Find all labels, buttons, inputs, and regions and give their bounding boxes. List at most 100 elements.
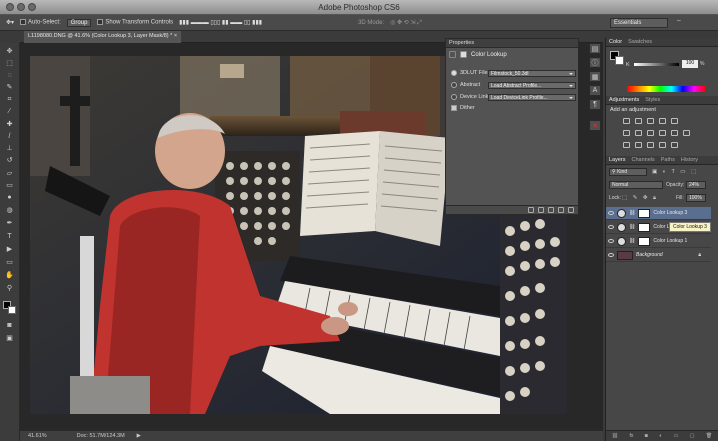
lasso-tool[interactable]: ◌ xyxy=(4,71,15,80)
color-background-swatch[interactable] xyxy=(615,56,624,65)
3dlut-file-option[interactable]: 3DLUT File xyxy=(451,70,488,76)
trash-icon[interactable]: 🗑︎ xyxy=(706,433,712,439)
group-select[interactable]: Group xyxy=(66,18,92,27)
hand-tool[interactable]: ✋ xyxy=(4,271,15,280)
blur-tool[interactable]: ● xyxy=(4,193,15,202)
align-buttons[interactable]: ▮▮▮ ▬▬▬ ▯▯▯ ▮▮ ▬▬ ▯▯ ▮▮▮ xyxy=(179,19,262,26)
character-panel-icon[interactable]: A xyxy=(589,85,601,96)
threshold-icon[interactable] xyxy=(647,142,654,148)
abstract-radio[interactable] xyxy=(451,82,457,88)
color-spectrum-bar[interactable] xyxy=(627,86,705,92)
visibility-eye-icon[interactable] xyxy=(608,225,614,229)
layer-thumbnail[interactable] xyxy=(617,250,633,260)
3d-mode-icons[interactable]: ◎ ✥ ⟲ ⇲ ⤢ xyxy=(390,19,422,27)
visibility-eye-icon[interactable] xyxy=(608,211,614,215)
color-balance-icon[interactable] xyxy=(635,130,642,136)
visibility-eye-icon[interactable] xyxy=(608,239,614,243)
brightness-contrast-icon[interactable] xyxy=(623,118,630,124)
tab-color[interactable]: Color xyxy=(609,39,622,45)
brush-tool[interactable]: / xyxy=(4,132,15,141)
tab-layers[interactable]: Layers xyxy=(609,157,626,163)
layer-mask-thumbnail[interactable] xyxy=(638,222,651,232)
status-menu-arrow-icon[interactable]: ▶ xyxy=(137,433,141,439)
device-link-radio[interactable] xyxy=(451,94,457,100)
view-previous-icon[interactable] xyxy=(538,207,544,213)
fx-icon[interactable]: fx xyxy=(629,433,633,439)
properties-panel-tab[interactable]: Properties xyxy=(446,39,578,48)
crop-tool[interactable]: ⌗ xyxy=(4,95,15,104)
paragraph-panel-icon[interactable]: ¶ xyxy=(589,99,601,110)
move-tool[interactable]: ✥ xyxy=(4,47,15,56)
properties-panel-icon[interactable]: ▦ xyxy=(589,71,601,82)
auto-select-checkbox[interactable]: Auto-Select: xyxy=(20,19,61,26)
abstract-option[interactable]: Abstract xyxy=(451,82,480,88)
layer-filter-icons[interactable]: ▣ ◐ T ▭ ⬚ xyxy=(652,169,698,175)
document-tab[interactable]: L1198080.DNG @ 41.6% (Color Lookup 3, La… xyxy=(24,31,182,43)
rectangle-tool[interactable]: ▭ xyxy=(4,258,15,267)
move-tool-preset-icon[interactable]: ✥▾ xyxy=(6,19,14,26)
tab-channels[interactable]: Channels xyxy=(632,157,655,163)
gradient-tool[interactable]: ▭ xyxy=(4,181,15,190)
3dlut-file-select[interactable]: Filmstock_50.3dl xyxy=(488,70,576,77)
type-tool[interactable]: T xyxy=(4,232,15,241)
dither-option[interactable]: Dither xyxy=(451,105,475,111)
tab-paths[interactable]: Paths xyxy=(661,157,675,163)
pen-tool[interactable]: ✒ xyxy=(4,219,15,228)
close-tab-icon[interactable]: × xyxy=(174,33,177,39)
device-link-select[interactable]: Load DeviceLink Profile... xyxy=(488,94,576,101)
path-select-tool[interactable]: ▶ xyxy=(4,245,15,254)
layer-mask-icon[interactable] xyxy=(460,51,467,58)
tab-history[interactable]: History xyxy=(681,157,698,163)
eraser-tool[interactable]: ▱ xyxy=(4,169,15,178)
posterize-icon[interactable] xyxy=(635,142,642,148)
tab-swatches[interactable]: Swatches xyxy=(628,39,652,45)
new-layer-icon[interactable]: ▢ xyxy=(690,433,695,439)
black-white-icon[interactable] xyxy=(647,130,654,136)
k-value-input[interactable]: 100 xyxy=(682,60,698,68)
dodge-tool[interactable]: ◍ xyxy=(4,206,15,215)
invert-icon[interactable] xyxy=(623,142,630,148)
warning-icon[interactable]: ✕ xyxy=(589,120,601,131)
quick-mask-icon[interactable]: ◙ xyxy=(4,321,15,330)
selective-color-icon[interactable] xyxy=(659,142,666,148)
clip-to-layer-icon[interactable] xyxy=(528,207,534,213)
mask-icon[interactable]: ◙ xyxy=(645,433,648,439)
opacity-input[interactable]: 24% xyxy=(686,181,706,189)
layer-filter-select[interactable]: ⚲ Kind xyxy=(609,168,647,176)
eyedropper-tool[interactable]: ⁄ xyxy=(4,107,15,116)
3dlut-radio[interactable] xyxy=(451,70,457,76)
history-brush-tool[interactable]: ↺ xyxy=(4,156,15,165)
abstract-select[interactable]: Load Abstract Profile... xyxy=(488,82,576,89)
workspace-select[interactable]: Essentials xyxy=(610,18,668,28)
exposure-icon[interactable] xyxy=(659,118,666,124)
history-panel-icon[interactable]: ▤ xyxy=(589,43,601,54)
screen-mode-icon[interactable]: ▣ xyxy=(4,334,15,343)
quick-select-tool[interactable]: ✎ xyxy=(4,83,15,92)
workspace-menu-icon[interactable]: ⇔ xyxy=(676,18,688,28)
layer-mask-thumbnail[interactable] xyxy=(638,208,651,218)
zoom-level[interactable]: 41.61% xyxy=(28,433,47,439)
zoom-tool[interactable]: ⚲ xyxy=(4,284,15,293)
blend-mode-select[interactable]: Normal xyxy=(609,181,663,189)
color-lookup-icon[interactable] xyxy=(683,130,690,136)
tab-styles[interactable]: Styles xyxy=(645,97,660,103)
show-transform-checkbox[interactable]: Show Transform Controls xyxy=(97,19,173,26)
curves-icon[interactable] xyxy=(647,118,654,124)
dither-checkbox[interactable] xyxy=(451,105,457,111)
tab-adjustments[interactable]: Adjustments xyxy=(609,97,639,103)
layer-row[interactable]: ⛓ Color Lookup 1 xyxy=(606,235,711,248)
visibility-eye-icon[interactable] xyxy=(608,253,614,257)
reset-icon[interactable] xyxy=(548,207,554,213)
fill-input[interactable]: 100% xyxy=(686,194,706,202)
gradient-map-icon[interactable] xyxy=(671,142,678,148)
link-icon[interactable]: ⛓ xyxy=(612,433,618,439)
visibility-icon[interactable] xyxy=(558,207,564,213)
k-slider[interactable] xyxy=(634,63,679,66)
clone-stamp-tool[interactable]: ⊥ xyxy=(4,144,15,153)
delete-adjustment-icon[interactable] xyxy=(568,207,574,213)
vibrance-icon[interactable] xyxy=(671,118,678,124)
layer-row[interactable]: Background 🔒︎ xyxy=(606,249,711,262)
device-link-option[interactable]: Device Link xyxy=(451,94,488,100)
channel-mixer-icon[interactable] xyxy=(671,130,678,136)
marquee-tool[interactable]: ⬚ xyxy=(4,59,15,68)
